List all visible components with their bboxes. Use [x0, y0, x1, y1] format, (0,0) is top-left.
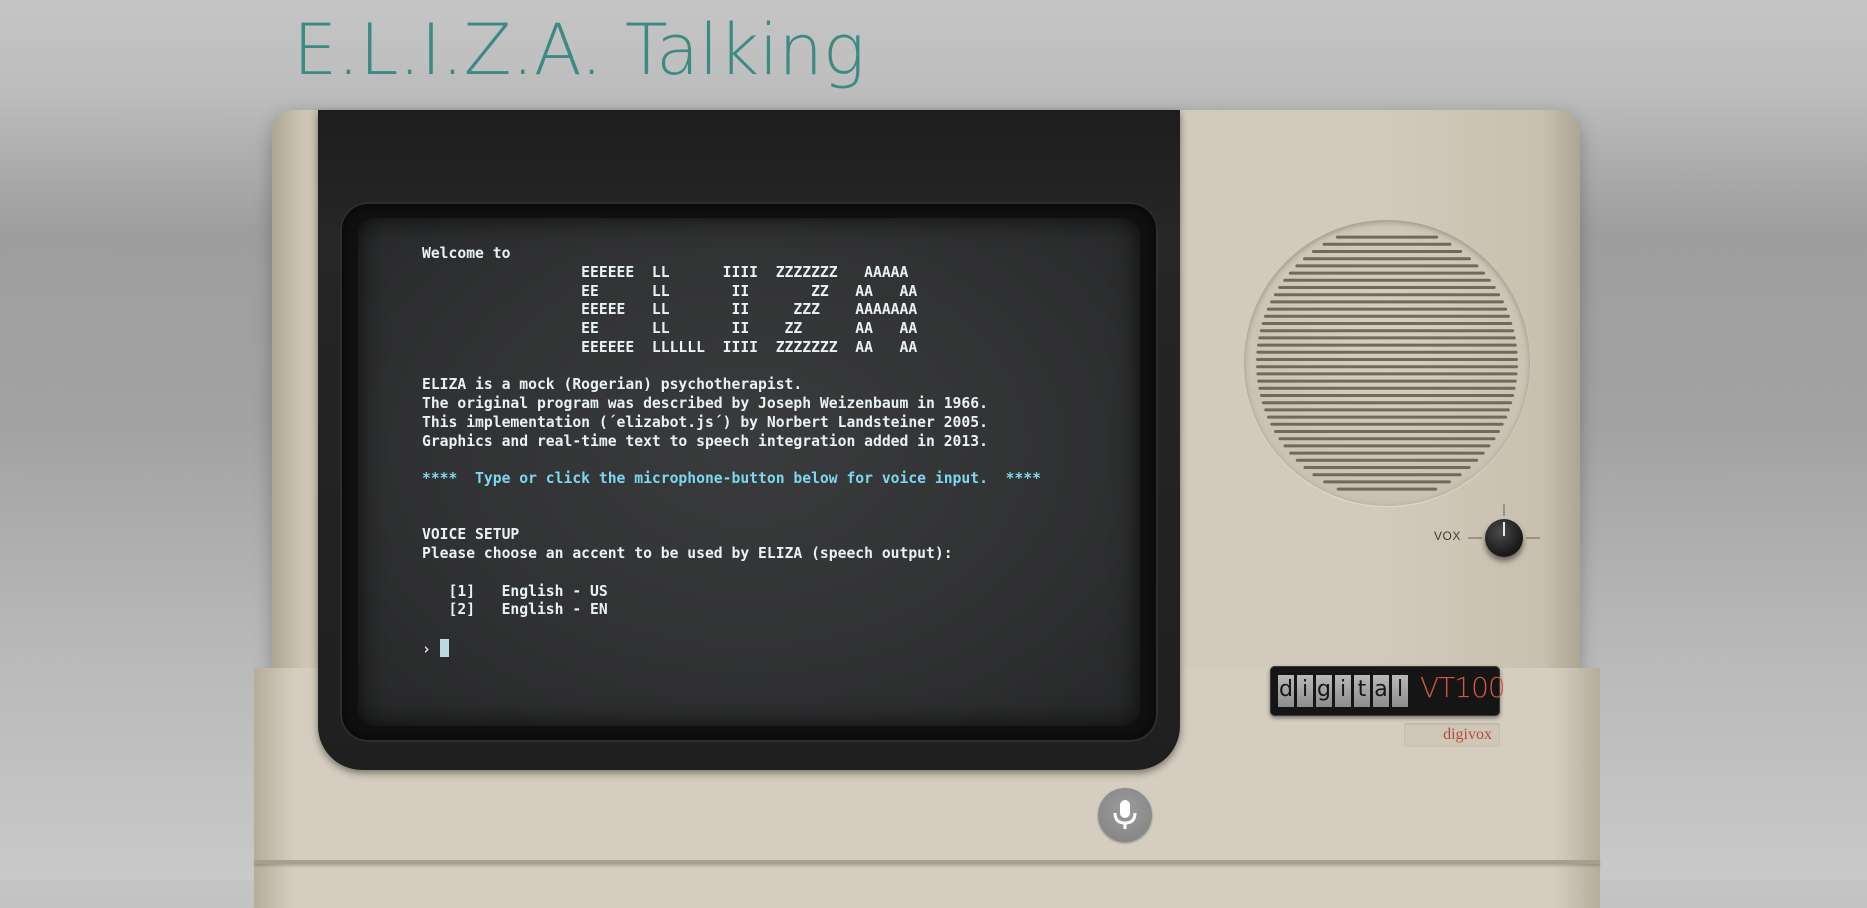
page-title: E.L.I.Z.A. Talking [293, 9, 865, 91]
speaker-slot [1258, 386, 1516, 390]
speaker-slot [1257, 379, 1517, 383]
vox-knob[interactable] [1485, 519, 1523, 557]
speaker-slot [1295, 458, 1479, 462]
sub-badge-label: digivox [1443, 726, 1492, 743]
speaker-slot [1303, 466, 1471, 469]
speaker-slot [1288, 271, 1486, 275]
terminal-line: EEEEE LL II ZZZ AAAAAAA [422, 301, 918, 319]
speaker-slot [1256, 350, 1518, 354]
voice-option-line[interactable]: [1] English - US [422, 583, 608, 600]
logo-letter: i [1335, 675, 1351, 707]
speaker-slot [1261, 401, 1513, 405]
terminal-line: Graphics and real-time text to speech in… [422, 432, 988, 450]
text-cursor [439, 638, 449, 657]
speaker-slots [1256, 235, 1518, 491]
vox-control[interactable] [1464, 502, 1544, 574]
logo-letter: t [1354, 675, 1370, 707]
terminal-line: EEEEEE LLLLLL IIII ZZZZZZZ AA AA [422, 338, 918, 356]
speaker-slot [1283, 278, 1491, 282]
speaker-slot [1256, 365, 1518, 369]
speaker-slot [1335, 235, 1439, 239]
terminal-line: EE LL II ZZ AA AA [422, 282, 918, 300]
speaker-slot [1303, 257, 1471, 261]
logo-letter: d [1278, 675, 1294, 707]
speaker-slot [1256, 372, 1518, 376]
terminal-line: Please choose an accent to be used by EL… [422, 545, 953, 562]
speaker-slot [1336, 487, 1438, 491]
speaker-slot [1264, 314, 1510, 318]
vox-label: VOX [1434, 529, 1461, 543]
speaker-slot [1322, 242, 1452, 246]
command-prompt: › [422, 640, 431, 658]
terminal-line: **** Type or click the microphone-button… [422, 470, 1041, 487]
terminal-line: This implementation (´elizabot.js´) by N… [422, 413, 988, 431]
speaker-slot [1311, 250, 1463, 253]
speaker-slot [1259, 329, 1515, 333]
speaker-slot [1295, 264, 1479, 268]
logo-letter: i [1297, 675, 1313, 707]
terminal-line: EEEEEE LL IIII ZZZZZZZ AAAAA [422, 263, 909, 281]
terminal-case-ledge [254, 860, 1600, 864]
speaker-slot [1258, 336, 1516, 340]
terminal-line: EE LL II ZZ AA AA [422, 320, 918, 337]
logo-letter: l [1392, 675, 1408, 707]
speaker-slot [1312, 473, 1462, 477]
speaker-slot [1278, 437, 1496, 441]
speaker-slot [1270, 300, 1504, 304]
terminal-screen[interactable]: Welcome to EEEEEE LL IIII ZZZZZZZ AAAAA … [358, 218, 1140, 726]
digital-logo: digital [1278, 675, 1411, 707]
terminal-line: Welcome to [422, 245, 511, 262]
speaker-slot [1264, 408, 1510, 412]
speaker-slot [1259, 394, 1515, 397]
speaker-slot [1283, 444, 1491, 448]
microphone-icon [1113, 800, 1137, 829]
logo-letter: a [1373, 675, 1389, 707]
microphone-button[interactable] [1098, 788, 1152, 842]
speaker-grille [1244, 220, 1530, 506]
speaker-slot [1274, 430, 1500, 433]
terminal-output: Welcome to EEEEEE LL IIII ZZZZZZZ AAAAA … [422, 245, 1041, 660]
speaker-slot [1323, 480, 1451, 484]
speaker-slot [1261, 322, 1513, 325]
terminal-line: ELIZA is a mock (Rogerian) psychotherapi… [422, 376, 803, 394]
model-name: VT100 [1420, 671, 1506, 704]
vt100-terminal: Welcome to EEEEEE LL IIII ZZZZZZZ AAAAA … [254, 108, 1600, 908]
terminal-line: The original program was described by Jo… [422, 395, 988, 412]
speaker-slot [1273, 293, 1501, 297]
speaker-slot [1278, 286, 1496, 289]
speaker-slot [1257, 343, 1517, 347]
speaker-slot [1289, 451, 1485, 455]
speaker-slot [1267, 415, 1507, 419]
voice-option-line[interactable]: [2] English - EN [422, 601, 608, 618]
speaker-slot [1266, 307, 1508, 311]
logo-letter: g [1316, 675, 1332, 707]
speaker-slot [1256, 358, 1518, 361]
speaker-slot [1270, 422, 1504, 426]
digital-vt100-logo: digital VT100 [1270, 666, 1506, 716]
terminal-line: VOICE SETUP [422, 526, 520, 544]
sub-badge: digivox [1404, 723, 1500, 747]
